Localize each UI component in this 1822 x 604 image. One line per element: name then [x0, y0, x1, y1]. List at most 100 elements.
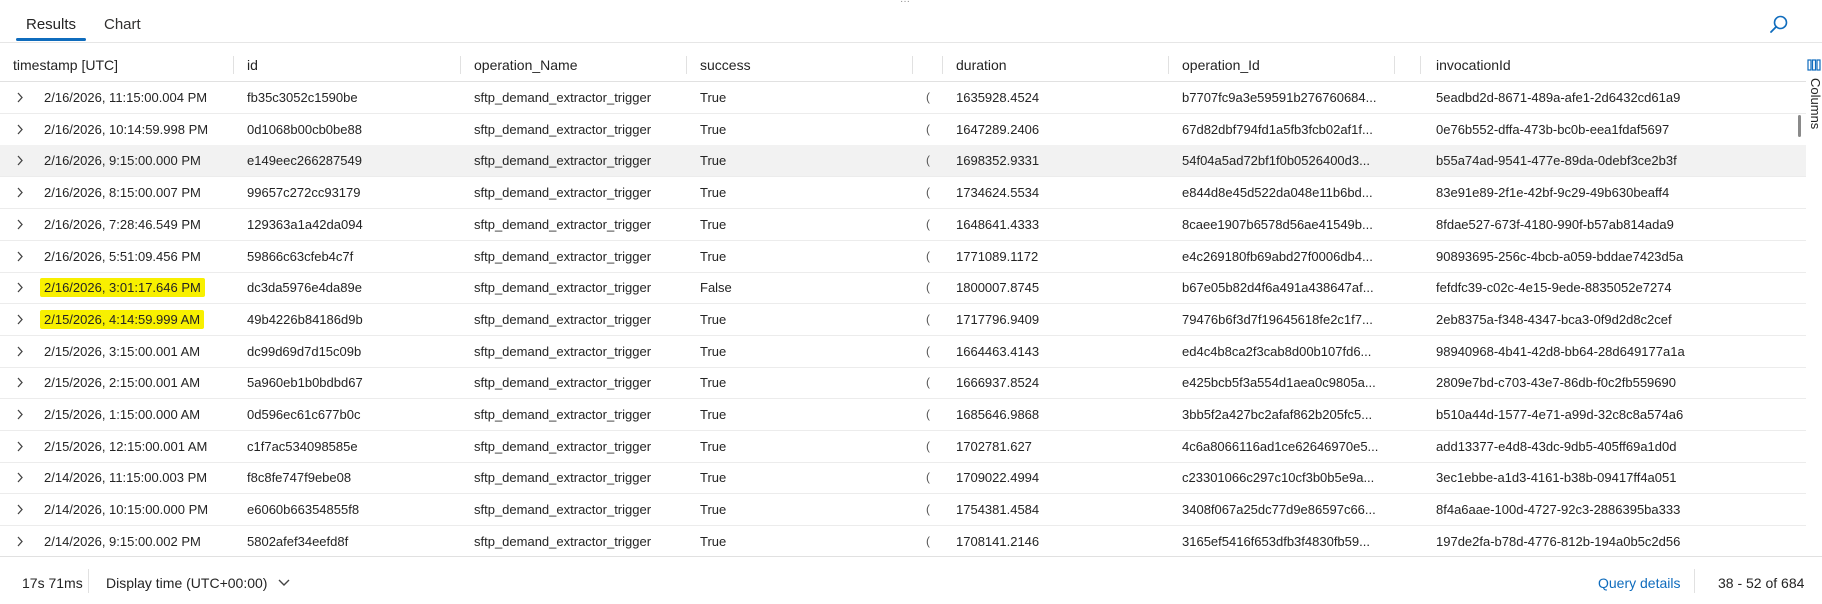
column-header-id[interactable]: id — [247, 49, 258, 81]
cell-invocation-id: fefdfc39-c02c-4e15-9ede-8835052e7274 — [1436, 280, 1672, 296]
column-header-invocation-id[interactable]: invocationId — [1436, 49, 1511, 81]
column-resizer[interactable] — [233, 56, 234, 74]
expand-row-chevron-icon[interactable] — [15, 462, 29, 493]
chevron-down-icon — [278, 579, 290, 586]
table-row[interactable]: 2/16/2026, 10:14:59.998 PM 0d1068b00cb0be… — [0, 114, 1806, 146]
expand-row-chevron-icon[interactable] — [15, 367, 29, 398]
table-row[interactable]: 2/16/2026, 5:51:09.456 PM 59866c63cfeb4c7… — [0, 241, 1806, 273]
cell-timestamp: 2/16/2026, 8:15:00.007 PM — [44, 185, 201, 201]
cell-duration: 1664463.4143 — [956, 343, 1040, 359]
table-row[interactable]: 2/16/2026, 7:28:46.549 PM 129363a1a42da09… — [0, 209, 1806, 241]
table-row[interactable]: 2/15/2026, 3:15:00.001 AM dc99d69d7d15c09… — [0, 336, 1806, 368]
expand-row-chevron-icon[interactable] — [15, 145, 29, 176]
cell-id: dc99d69d7d15c09b — [247, 343, 362, 359]
column-resizer[interactable] — [942, 56, 943, 74]
table-row[interactable]: 2/15/2026, 4:14:59.999 AM 49b4226b84186d9… — [0, 304, 1806, 336]
table-row[interactable]: 2/14/2026, 11:15:00.003 PM f8c8fe747f9ebe… — [0, 462, 1806, 495]
cell-invocation-id: 98940968-4b41-42d8-bb64-28d649177a1a — [1436, 343, 1685, 359]
cell-operation-id: 67d82dbf794fd1a5fb3fcb02af1f... — [1182, 121, 1373, 137]
cell-success: True — [700, 407, 727, 422]
column-resizer[interactable] — [1168, 56, 1169, 74]
cell-invocation-id: 5eadbd2d-8671-489a-afe1-2d6432cd61a9 — [1436, 90, 1681, 105]
cell-duration: 1754381.4584 — [956, 502, 1040, 518]
collapsed-column-marker: ( — [926, 311, 930, 326]
cell-duration: 1708141.2146 — [956, 533, 1040, 549]
collapsed-column-marker: ( — [926, 343, 930, 358]
cell-duration: 1800007.8745 — [956, 280, 1040, 296]
query-details-link[interactable]: Query details — [1598, 575, 1680, 591]
expand-row-chevron-icon[interactable] — [15, 304, 29, 335]
collapsed-column-marker: ( — [926, 407, 930, 421]
status-bar: 17s 71ms Display time (UTC+00:00) Query … — [0, 556, 1822, 604]
column-header-operation-name[interactable]: operation_Name — [474, 49, 578, 81]
expand-row-chevron-icon[interactable] — [15, 241, 29, 272]
table-row[interactable]: 2/15/2026, 12:15:00.001 AM c1f7ac53409858… — [0, 431, 1806, 463]
cell-operation-id: e844d8e45d522da048e11b6bd... — [1182, 185, 1373, 201]
cell-id: 49b4226b84186d9b — [247, 311, 363, 327]
expand-row-chevron-icon[interactable] — [15, 82, 29, 113]
expand-row-chevron-icon[interactable] — [15, 177, 29, 208]
cell-duration: 1698352.9331 — [956, 153, 1040, 169]
cell-operation-name: sftp_demand_extractor_trigger — [474, 121, 652, 137]
cell-operation-id: e4c269180fb69abd27f0006db4... — [1182, 248, 1373, 264]
cell-success: True — [700, 185, 727, 201]
column-resizer[interactable] — [1394, 56, 1395, 74]
column-resizer[interactable] — [1420, 56, 1421, 74]
expand-row-chevron-icon[interactable] — [15, 272, 29, 303]
table-row[interactable]: 2/15/2026, 2:15:00.001 AM 5a960eb1b0bdbd6… — [0, 367, 1806, 400]
cell-id: 129363a1a42da094 — [247, 216, 363, 232]
grid-header: timestamp [UTC] id operation_Name succes… — [0, 49, 1806, 82]
cell-id: 5a960eb1b0bdbd67 — [247, 375, 363, 391]
collapsed-column-marker: ( — [926, 153, 930, 168]
scrollbar-thumb[interactable] — [1798, 115, 1801, 137]
cell-duration: 1771089.1172 — [956, 248, 1039, 264]
collapsed-column-marker: ( — [926, 502, 930, 517]
cell-id: 5802afef34eefd8f — [247, 533, 349, 549]
cell-duration: 1734624.5534 — [956, 185, 1040, 201]
cell-duration: 1702781.627 — [956, 438, 1032, 454]
highlighted-timestamp: 2/16/2026, 3:01:17.646 PM — [40, 278, 205, 298]
column-resizer[interactable] — [460, 56, 461, 74]
resize-handle[interactable]: ··· — [900, 0, 916, 7]
column-header-timestamp[interactable]: timestamp [UTC] — [13, 49, 118, 81]
collapsed-column-marker: ( — [926, 248, 930, 263]
collapsed-column-marker: ( — [926, 185, 930, 200]
table-row[interactable]: 2/16/2026, 8:15:00.007 PM 99657c272cc9317… — [0, 177, 1806, 210]
table-row[interactable]: 2/16/2026, 9:15:00.000 PM e149eec26628754… — [0, 145, 1806, 178]
cell-operation-id: 3165ef5416f653dfb3f4830fb59... — [1182, 533, 1370, 549]
expand-row-chevron-icon[interactable] — [15, 114, 29, 145]
tab-bar: Results Chart ··· — [0, 0, 1822, 43]
table-row[interactable]: 2/16/2026, 11:15:00.004 PM fb35c3052c1590… — [0, 82, 1806, 114]
search-icon[interactable] — [1768, 14, 1790, 36]
expand-row-chevron-icon[interactable] — [15, 336, 29, 367]
expand-row-chevron-icon[interactable] — [15, 526, 29, 549]
column-resizer[interactable] — [686, 56, 687, 74]
column-header-duration[interactable]: duration — [956, 49, 1007, 81]
cell-operation-name: sftp_demand_extractor_trigger — [474, 502, 652, 518]
query-elapsed-time: 17s 71ms — [22, 575, 83, 591]
expand-row-chevron-icon[interactable] — [15, 494, 29, 525]
tab-results[interactable]: Results — [26, 16, 76, 33]
column-header-operation-id[interactable]: operation_Id — [1182, 49, 1260, 81]
cell-id: e6060b66354855f8 — [247, 502, 360, 518]
table-row[interactable]: 2/14/2026, 9:15:00.002 PM 5802afef34eefd8… — [0, 526, 1806, 549]
table-row[interactable]: 2/16/2026, 3:01:17.646 PM dc3da5976e4da89… — [0, 272, 1806, 305]
cell-invocation-id: 8fdae527-673f-4180-990f-b57ab814ada9 — [1436, 216, 1674, 232]
table-row[interactable]: 2/15/2026, 1:15:00.000 AM 0d596ec61c677b0… — [0, 399, 1806, 431]
cell-success: True — [700, 502, 727, 518]
columns-panel-toggle[interactable]: Columns — [1806, 56, 1822, 136]
columns-panel-label: Columns — [1808, 78, 1822, 130]
display-time-dropdown[interactable]: Display time (UTC+00:00) — [106, 575, 291, 591]
expand-row-chevron-icon[interactable] — [15, 209, 29, 240]
tab-chart[interactable]: Chart — [104, 16, 141, 33]
grid-body: 2/16/2026, 11:15:00.004 PM fb35c3052c1590… — [0, 82, 1806, 549]
vertical-scrollbar[interactable] — [1793, 49, 1806, 549]
column-resizer[interactable] — [912, 56, 913, 74]
table-row[interactable]: 2/14/2026, 10:15:00.000 PM e6060b66354855… — [0, 494, 1806, 527]
cell-success: False — [700, 280, 732, 296]
expand-row-chevron-icon[interactable] — [15, 431, 29, 462]
cell-timestamp: 2/14/2026, 9:15:00.002 PM — [44, 533, 201, 549]
cell-duration: 1648641.4333 — [956, 216, 1040, 232]
expand-row-chevron-icon[interactable] — [15, 399, 29, 430]
column-header-success[interactable]: success — [700, 49, 751, 81]
